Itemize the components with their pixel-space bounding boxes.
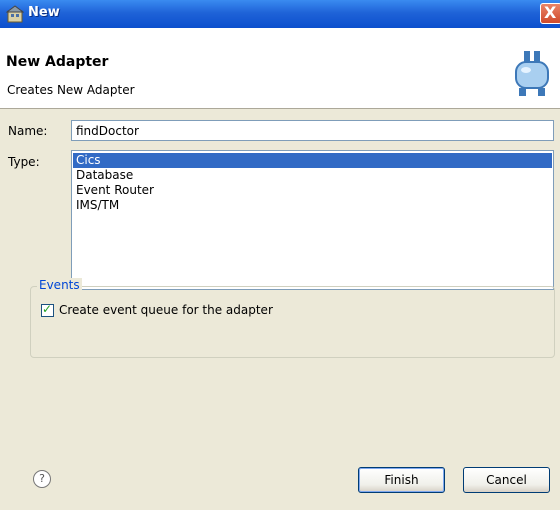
type-option-ims-tm[interactable]: IMS/TM: [73, 198, 552, 213]
wizard-header: New Adapter Creates New Adapter: [0, 28, 560, 109]
finish-button[interactable]: Finish: [358, 467, 445, 493]
name-label: Name:: [8, 124, 48, 138]
type-option-database[interactable]: Database: [73, 168, 552, 183]
title-bar: New X: [0, 0, 560, 28]
new-wizard-icon: [6, 5, 24, 23]
type-label: Type:: [8, 155, 40, 169]
create-event-queue-label[interactable]: Create event queue for the adapter: [59, 303, 273, 317]
type-option-event-router[interactable]: Event Router: [73, 183, 552, 198]
create-event-queue-checkbox[interactable]: ✓: [41, 302, 54, 317]
adapter-icon: [515, 51, 549, 96]
page-title: New Adapter: [6, 54, 109, 70]
cancel-button[interactable]: Cancel: [463, 467, 550, 493]
checkmark-icon: ✓: [42, 302, 53, 316]
close-icon: X: [544, 3, 557, 22]
type-list[interactable]: Cics Database Event Router IMS/TM: [71, 150, 554, 290]
help-icon[interactable]: ?: [33, 470, 51, 488]
close-button[interactable]: X: [540, 3, 560, 24]
name-input[interactable]: [71, 120, 554, 141]
events-group: Events ✓ Create event queue for the adap…: [30, 278, 555, 358]
type-option-cics[interactable]: Cics: [73, 153, 552, 168]
page-subtitle: Creates New Adapter: [7, 83, 135, 97]
window-title: New: [28, 5, 60, 20]
events-group-label: Events: [37, 278, 82, 292]
